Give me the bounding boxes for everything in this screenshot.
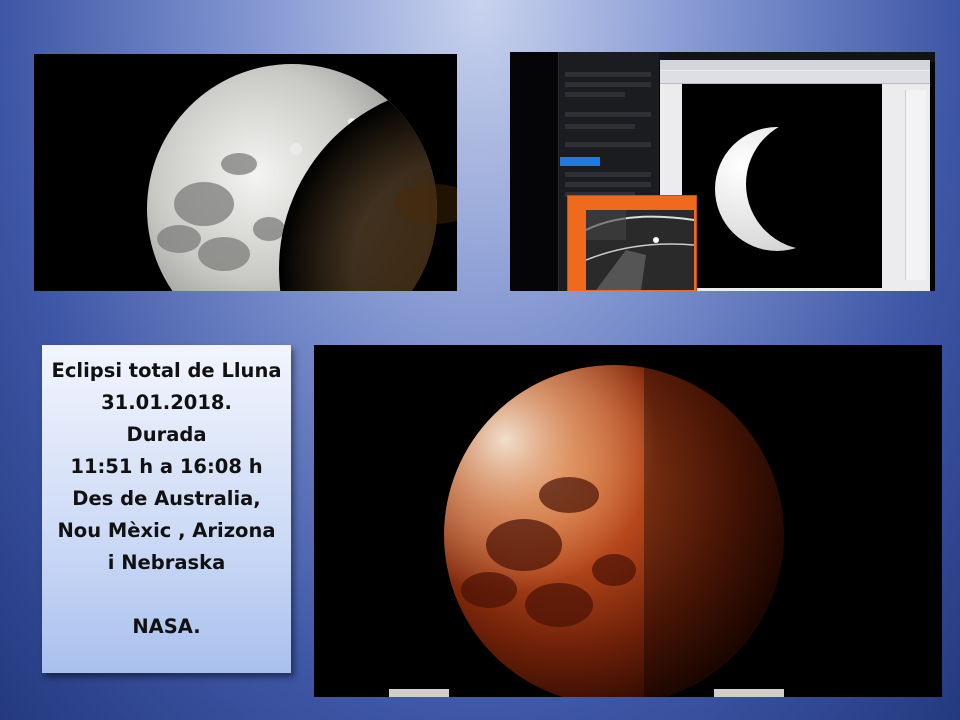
- software-image-window: [660, 60, 930, 291]
- blood-moon-image: [314, 345, 942, 697]
- caption-location-2: Nou Mèxic , Arizona: [57, 519, 276, 542]
- eclipse-caption-box: Eclipsi total de Lluna 31.01.2018. Durad…: [42, 345, 291, 673]
- caption-location-3: i Nebraska: [107, 551, 226, 574]
- partial-moon-image: [34, 54, 457, 291]
- caption-duration-label: Durada: [126, 423, 207, 446]
- partial-eclipse-photo: [34, 54, 457, 291]
- total-eclipse-photo: [314, 345, 942, 697]
- crescent-moon-preview: [682, 84, 882, 288]
- caption-duration-time: 11:51 h a 16:08 h: [70, 455, 263, 478]
- caption-location-1: Des de Australia,: [72, 487, 261, 510]
- camera-app-window: [567, 195, 697, 291]
- software-highlight: [560, 157, 600, 166]
- software-screenshot-photo: [510, 52, 935, 291]
- caption-date: 31.01.2018.: [101, 391, 232, 414]
- caption-source: NASA.: [132, 615, 201, 638]
- caption-title: Eclipsi total de Lluna: [51, 359, 282, 382]
